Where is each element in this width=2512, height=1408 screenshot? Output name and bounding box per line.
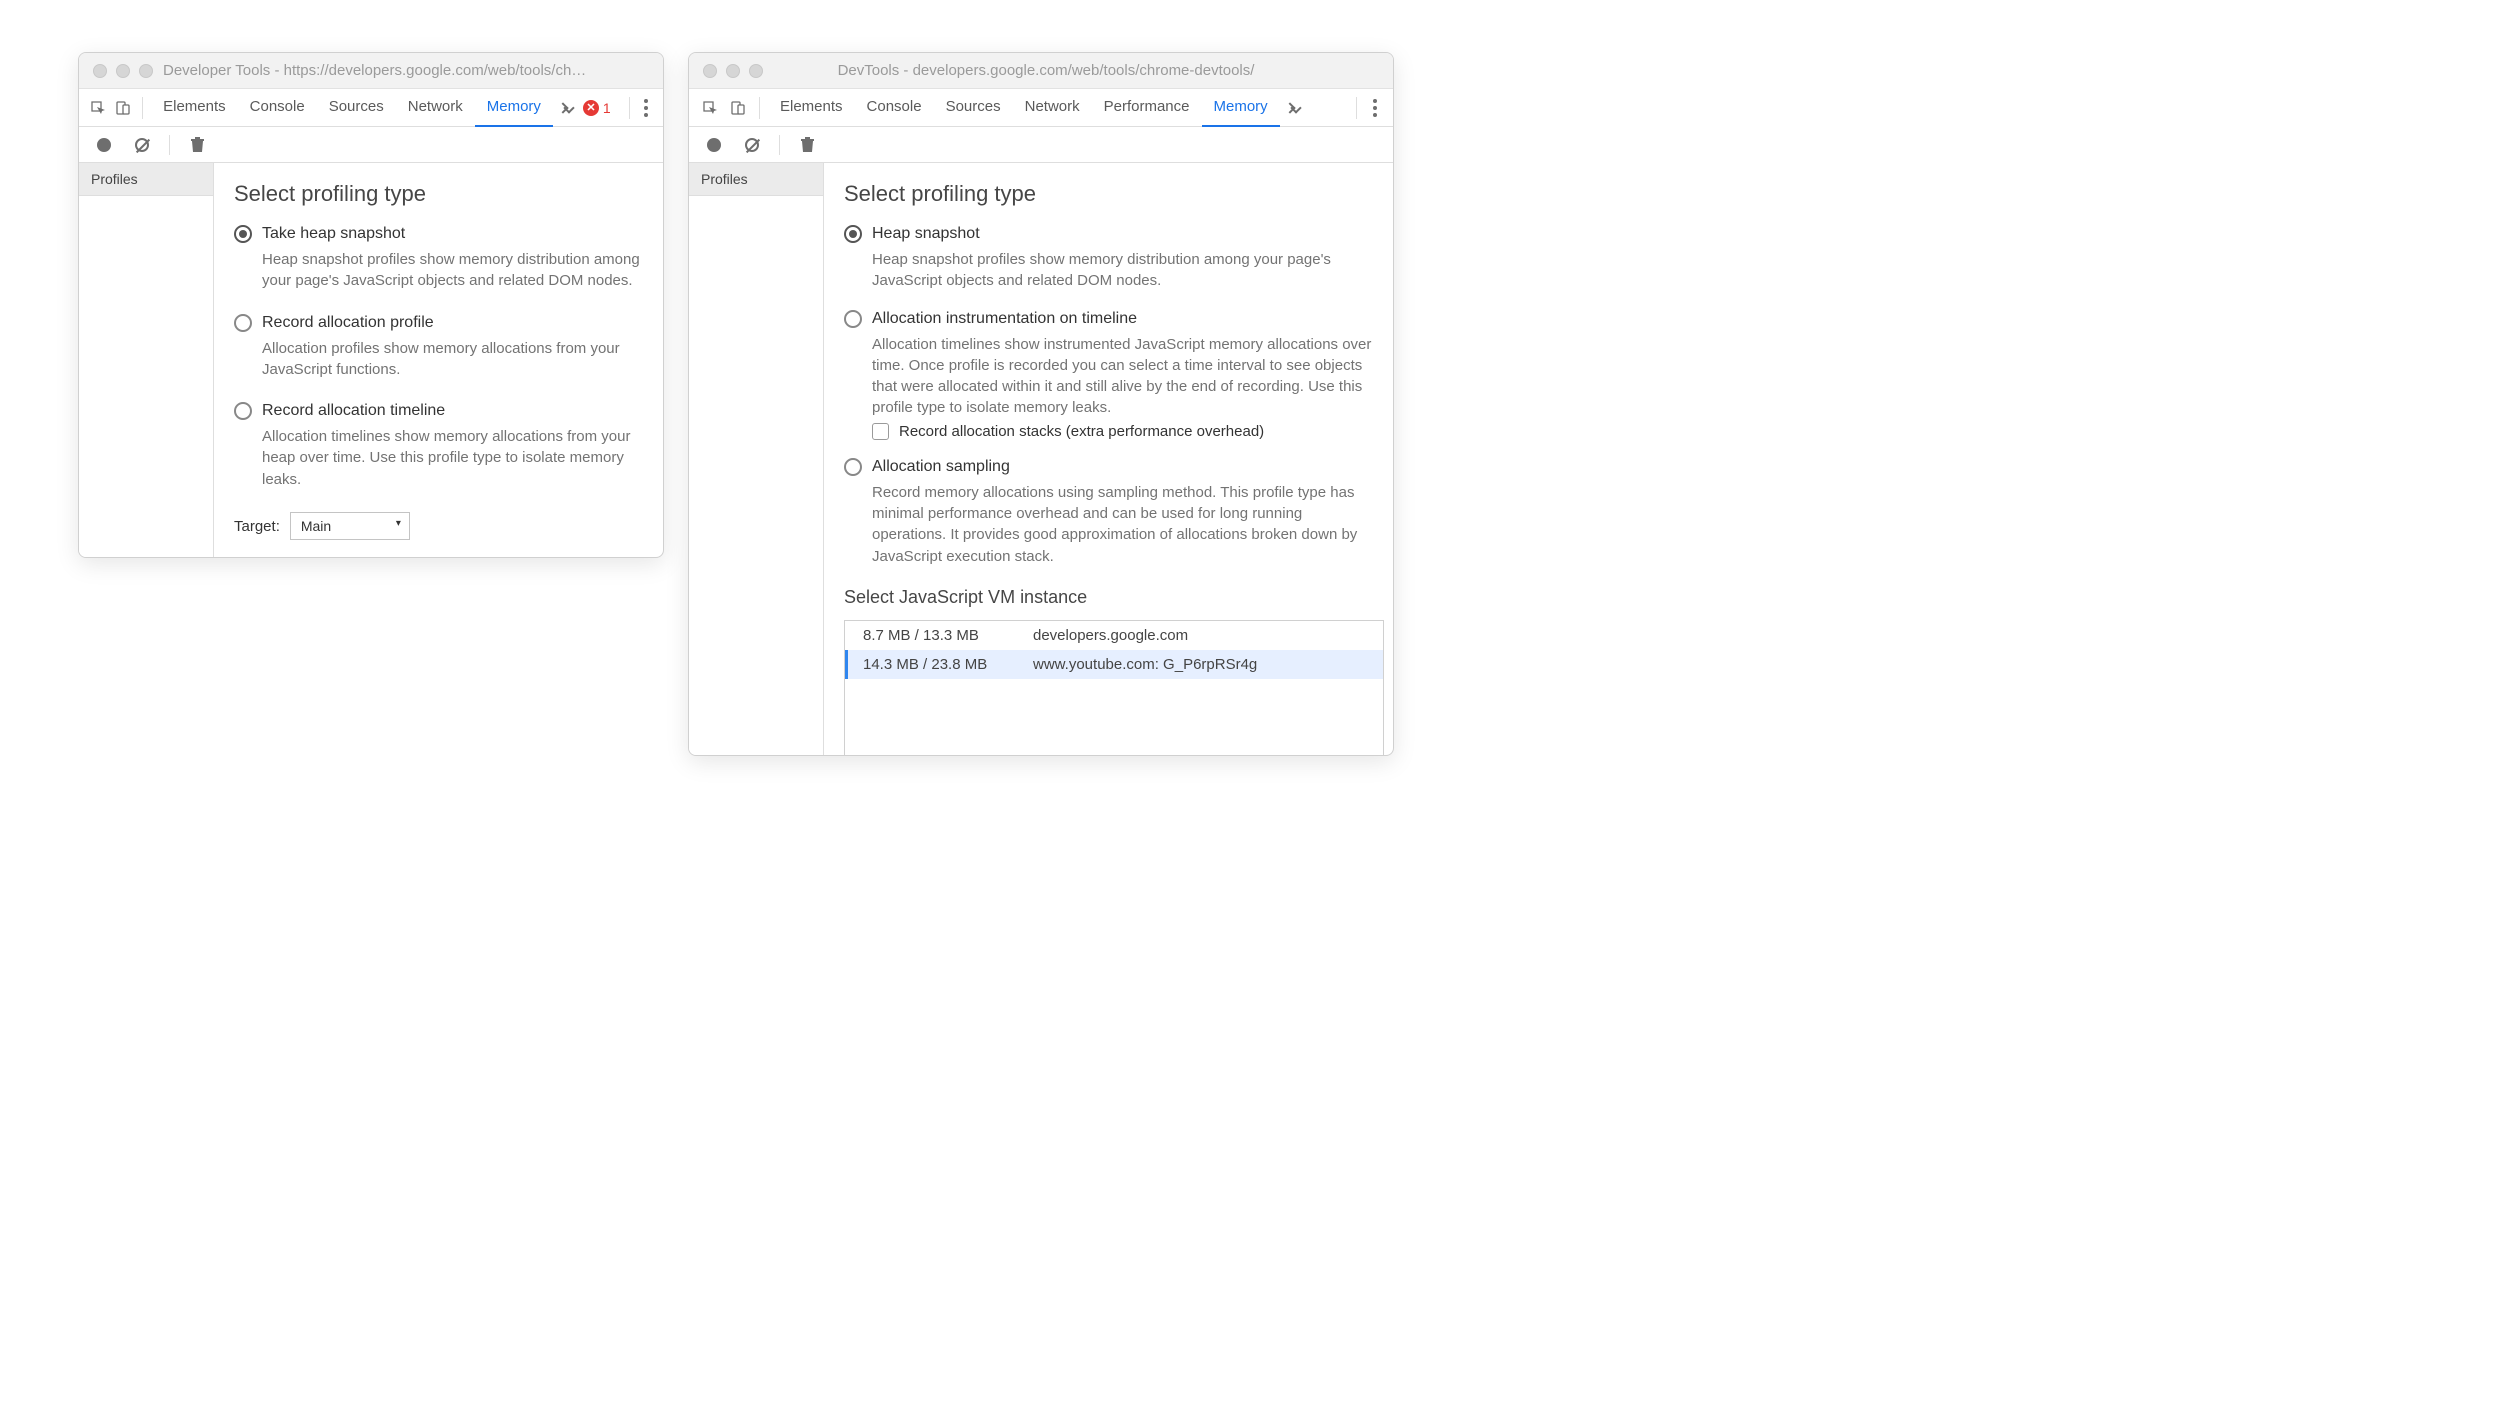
menu-icon[interactable] — [1365, 99, 1385, 117]
profile-option-allocation-timeline[interactable]: Record allocation timeline — [234, 402, 643, 420]
menu-icon[interactable] — [638, 99, 655, 117]
trash-icon[interactable] — [184, 132, 210, 158]
more-tabs-icon[interactable] — [553, 95, 579, 121]
vm-name: developers.google.com — [1033, 627, 1188, 644]
tab-network[interactable]: Network — [1013, 89, 1092, 127]
option-desc: Allocation timelines show memory allocat… — [262, 426, 643, 490]
tab-sources[interactable]: Sources — [934, 89, 1013, 127]
radio-icon[interactable] — [844, 458, 862, 476]
vm-instance-heading: Select JavaScript VM instance — [844, 587, 1373, 608]
devtools-tabbar: Elements Console Sources Network Memory … — [79, 89, 663, 127]
record-allocation-stacks-checkbox[interactable]: Record allocation stacks (extra performa… — [872, 423, 1373, 440]
tab-sources[interactable]: Sources — [317, 89, 396, 127]
profile-option-heap-snapshot[interactable]: Heap snapshot — [844, 225, 1373, 243]
radio-icon[interactable] — [234, 314, 252, 332]
vm-instance-list: 8.7 MB / 13.3 MB developers.google.com 1… — [844, 620, 1384, 755]
tab-console[interactable]: Console — [238, 89, 317, 127]
sidebar-item-profiles[interactable]: Profiles — [689, 163, 823, 196]
traffic-lights[interactable] — [703, 64, 763, 78]
profile-option-allocation-profile[interactable]: Record allocation profile — [234, 314, 643, 332]
tab-memory[interactable]: Memory — [1202, 89, 1280, 127]
radio-icon[interactable] — [234, 225, 252, 243]
tab-console[interactable]: Console — [855, 89, 934, 127]
record-icon[interactable] — [701, 132, 727, 158]
window-titlebar: Developer Tools - https://developers.goo… — [79, 53, 663, 89]
radio-icon[interactable] — [844, 310, 862, 328]
tab-memory[interactable]: Memory — [475, 89, 553, 127]
tab-elements[interactable]: Elements — [151, 89, 238, 127]
devtools-tabbar: Elements Console Sources Network Perform… — [689, 89, 1393, 127]
profile-option-allocation-timeline[interactable]: Allocation instrumentation on timeline — [844, 310, 1373, 328]
device-icon[interactable] — [112, 95, 135, 121]
clear-icon[interactable] — [739, 132, 765, 158]
clear-icon[interactable] — [129, 132, 155, 158]
page-title: Select profiling type — [844, 181, 1373, 207]
target-label: Target: — [234, 518, 280, 535]
page-title: Select profiling type — [234, 181, 643, 207]
more-tabs-icon[interactable] — [1280, 95, 1306, 121]
radio-icon[interactable] — [844, 225, 862, 243]
option-desc: Heap snapshot profiles show memory distr… — [262, 249, 643, 292]
checkbox-icon[interactable] — [872, 423, 889, 440]
window-title: Developer Tools - https://developers.goo… — [163, 62, 589, 79]
trash-icon[interactable] — [794, 132, 820, 158]
traffic-lights[interactable] — [93, 64, 153, 78]
vm-size: 14.3 MB / 23.8 MB — [863, 656, 1033, 673]
profiles-sidebar: Profiles — [79, 163, 214, 557]
profile-option-heap-snapshot[interactable]: Take heap snapshot — [234, 225, 643, 243]
vm-instance-row[interactable]: 8.7 MB / 13.3 MB developers.google.com — [845, 621, 1383, 650]
profiles-sidebar: Profiles — [689, 163, 824, 755]
profile-option-allocation-sampling[interactable]: Allocation sampling — [844, 458, 1373, 476]
window-titlebar: DevTools - developers.google.com/web/too… — [689, 53, 1393, 89]
tab-elements[interactable]: Elements — [768, 89, 855, 127]
vm-instance-row[interactable]: 14.3 MB / 23.8 MB www.youtube.com: G_P6r… — [845, 650, 1383, 679]
tab-network[interactable]: Network — [396, 89, 475, 127]
sidebar-item-profiles[interactable]: Profiles — [79, 163, 213, 196]
record-icon[interactable] — [91, 132, 117, 158]
vm-name: www.youtube.com: G_P6rpRSr4g — [1033, 656, 1257, 673]
profiles-toolbar — [689, 127, 1393, 163]
radio-icon[interactable] — [234, 402, 252, 420]
window-title: DevTools - developers.google.com/web/too… — [773, 62, 1319, 79]
tab-performance[interactable]: Performance — [1092, 89, 1202, 127]
option-desc: Heap snapshot profiles show memory distr… — [872, 249, 1373, 292]
inspect-icon[interactable] — [697, 95, 723, 121]
error-badge[interactable]: ✕1 — [583, 100, 611, 116]
target-select[interactable]: Main — [290, 512, 410, 540]
inspect-icon[interactable] — [87, 95, 110, 121]
option-desc: Record memory allocations using sampling… — [872, 482, 1373, 567]
vm-size: 8.7 MB / 13.3 MB — [863, 627, 1033, 644]
option-desc: Allocation timelines show instrumented J… — [872, 334, 1373, 419]
option-desc: Allocation profiles show memory allocati… — [262, 338, 643, 381]
device-icon[interactable] — [725, 95, 751, 121]
profiles-toolbar — [79, 127, 663, 163]
